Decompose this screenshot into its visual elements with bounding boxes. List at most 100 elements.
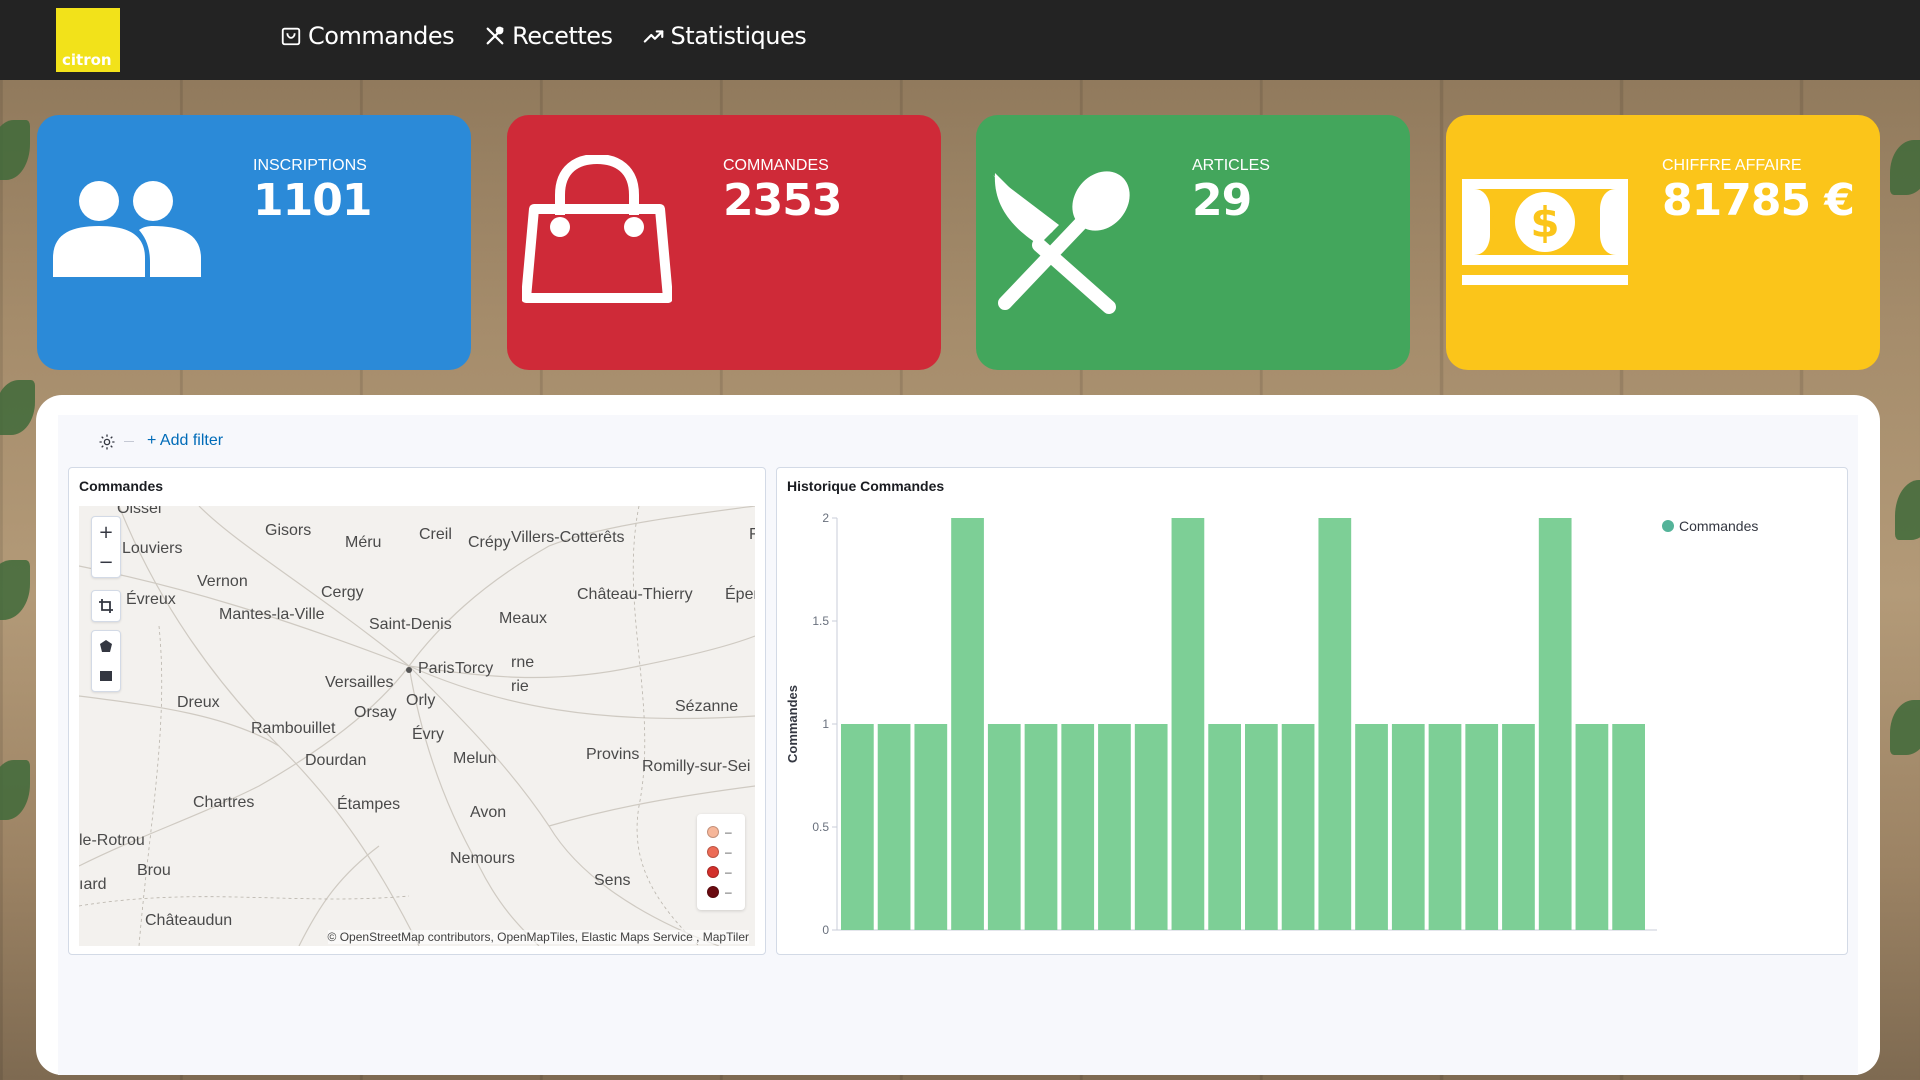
zoom-in-button[interactable]: + [92, 517, 120, 547]
legend-item: – [697, 882, 745, 902]
map-town-label: Nemours [450, 850, 515, 867]
chart-bar[interactable] [1502, 724, 1535, 930]
legend-swatch [707, 846, 719, 858]
map-town-label: F [749, 526, 755, 543]
map-legend: – – – – [697, 814, 745, 910]
chart-bar[interactable] [1245, 724, 1278, 930]
zoom-out-button[interactable]: − [92, 547, 120, 577]
nav-commandes[interactable]: Commandes [280, 22, 455, 50]
card-value: 2353 [723, 175, 842, 226]
top-navbar: citron Commandes Recettes Statistiques [0, 0, 1920, 80]
map-town-label: Crépy [468, 534, 511, 551]
chart-bar[interactable] [1171, 518, 1205, 930]
chart-bar[interactable] [1391, 724, 1425, 930]
chart-bar[interactable] [841, 724, 874, 930]
legend-swatch [707, 826, 719, 838]
svg-text:$: $ [1530, 198, 1559, 247]
y-tick-label: 1 [822, 717, 829, 731]
card-caption: INSCRIPTIONS [253, 157, 367, 174]
map-town-label: Chartres [193, 794, 255, 811]
map-town-label: Creil [419, 526, 452, 543]
map-town-label: Meaux [499, 610, 548, 627]
map-fit-control [91, 590, 121, 622]
chart-legend[interactable]: Commandes [1662, 518, 1758, 534]
utensils-icon [486, 26, 504, 45]
map-canvas[interactable]: Oissel Louviers Gisors Méru Creil Crépy … [79, 506, 755, 946]
chart-bar[interactable] [1134, 724, 1168, 930]
chart-bar[interactable] [1024, 724, 1058, 930]
add-filter-button[interactable]: + Add filter [147, 432, 223, 450]
leaf-decoration [1895, 480, 1920, 540]
card-caption: ARTICLES [1192, 157, 1270, 174]
card-inscriptions: INSCRIPTIONS 1101 [37, 115, 471, 370]
crop-icon[interactable] [92, 591, 120, 621]
leaf-decoration [0, 560, 30, 620]
map-town-label: rie [511, 678, 529, 695]
map-town-label: Melun [453, 750, 497, 767]
chart-bar[interactable] [1465, 724, 1499, 930]
gear-icon[interactable] [98, 433, 116, 451]
legend-swatch [1662, 520, 1674, 532]
nav-recettes-label: Recettes [512, 22, 613, 50]
y-tick-label: 0 [822, 923, 829, 937]
chart-bar[interactable] [1318, 518, 1352, 930]
users-icon [53, 181, 201, 277]
map-town-label: Châteaudun [145, 912, 233, 929]
map-town-label: Château-Thierry [577, 586, 693, 603]
y-axis-title: Commandes [785, 685, 800, 763]
chart-bar[interactable] [1355, 724, 1388, 930]
map-town-label: Villers-Cotterêts [511, 529, 625, 546]
map-title: Commandes [79, 478, 164, 494]
dashboard-area: + Add filter Commandes Oissel Louviers G… [58, 415, 1858, 1075]
legend-item: – [697, 822, 745, 842]
map-town-label: Louviers [122, 540, 183, 557]
leaf-decoration [0, 120, 30, 180]
map-attribution[interactable]: © OpenStreetMap contributors, OpenMapTil… [327, 930, 749, 944]
app-logo[interactable]: citron [56, 8, 120, 72]
legend-label: – [725, 885, 732, 899]
card-commandes: COMMANDES 2353 [507, 115, 941, 370]
utensils-icon [993, 171, 1130, 314]
chart-bar[interactable] [914, 724, 948, 930]
nav-statistiques[interactable]: Statistiques [643, 22, 807, 50]
rectangle-icon[interactable] [92, 661, 120, 691]
nav-commandes-label: Commandes [308, 22, 455, 50]
map-town-label: Torcy [455, 660, 494, 677]
legend-item: – [697, 842, 745, 862]
shopping-bag-icon [522, 155, 672, 303]
chart-bar[interactable] [1281, 724, 1315, 930]
chart-bar[interactable] [1098, 724, 1131, 930]
map-town-label: Évreux [126, 591, 176, 608]
chart-bar[interactable] [877, 724, 911, 930]
map-town-label: Orsay [354, 704, 397, 721]
map-town-label: le-Rotrou [79, 832, 145, 849]
main-nav: Commandes Recettes Statistiques [280, 22, 807, 50]
filter-divider [124, 441, 134, 442]
chart-bar[interactable] [1428, 724, 1462, 930]
chart-bar[interactable] [1208, 724, 1241, 930]
chart-bar[interactable] [987, 724, 1021, 930]
map-town-label: Dourdan [305, 752, 367, 769]
card-caption: COMMANDES [723, 157, 829, 174]
leaf-decoration [1890, 140, 1920, 195]
map-draw-controls [91, 630, 121, 692]
bar-chart: 0 0.5 1 1.5 2 Commandes [785, 511, 1657, 937]
chart-bar[interactable] [1575, 724, 1609, 930]
map-town-label: Saint-Denis [369, 616, 452, 633]
chart-bar[interactable] [1538, 518, 1572, 930]
y-tick-label: 2 [822, 511, 829, 525]
polygon-icon[interactable] [92, 631, 120, 661]
nav-recettes[interactable]: Recettes [484, 22, 613, 50]
card-value: 29 [1192, 175, 1252, 226]
legend-label: – [725, 845, 732, 859]
leaf-decoration [1890, 700, 1920, 755]
chart-bar[interactable] [1061, 724, 1095, 930]
map-town-label: Mantes-la-Ville [219, 606, 325, 623]
money-icon: $ [1462, 179, 1628, 285]
shopping-bag-icon [281, 27, 301, 46]
chart-bar[interactable] [1612, 724, 1645, 930]
chart-bar[interactable] [951, 518, 984, 930]
leaf-decoration [0, 380, 35, 435]
map-town-label: Étampes [337, 796, 401, 813]
map-town-label: Méru [345, 534, 382, 551]
